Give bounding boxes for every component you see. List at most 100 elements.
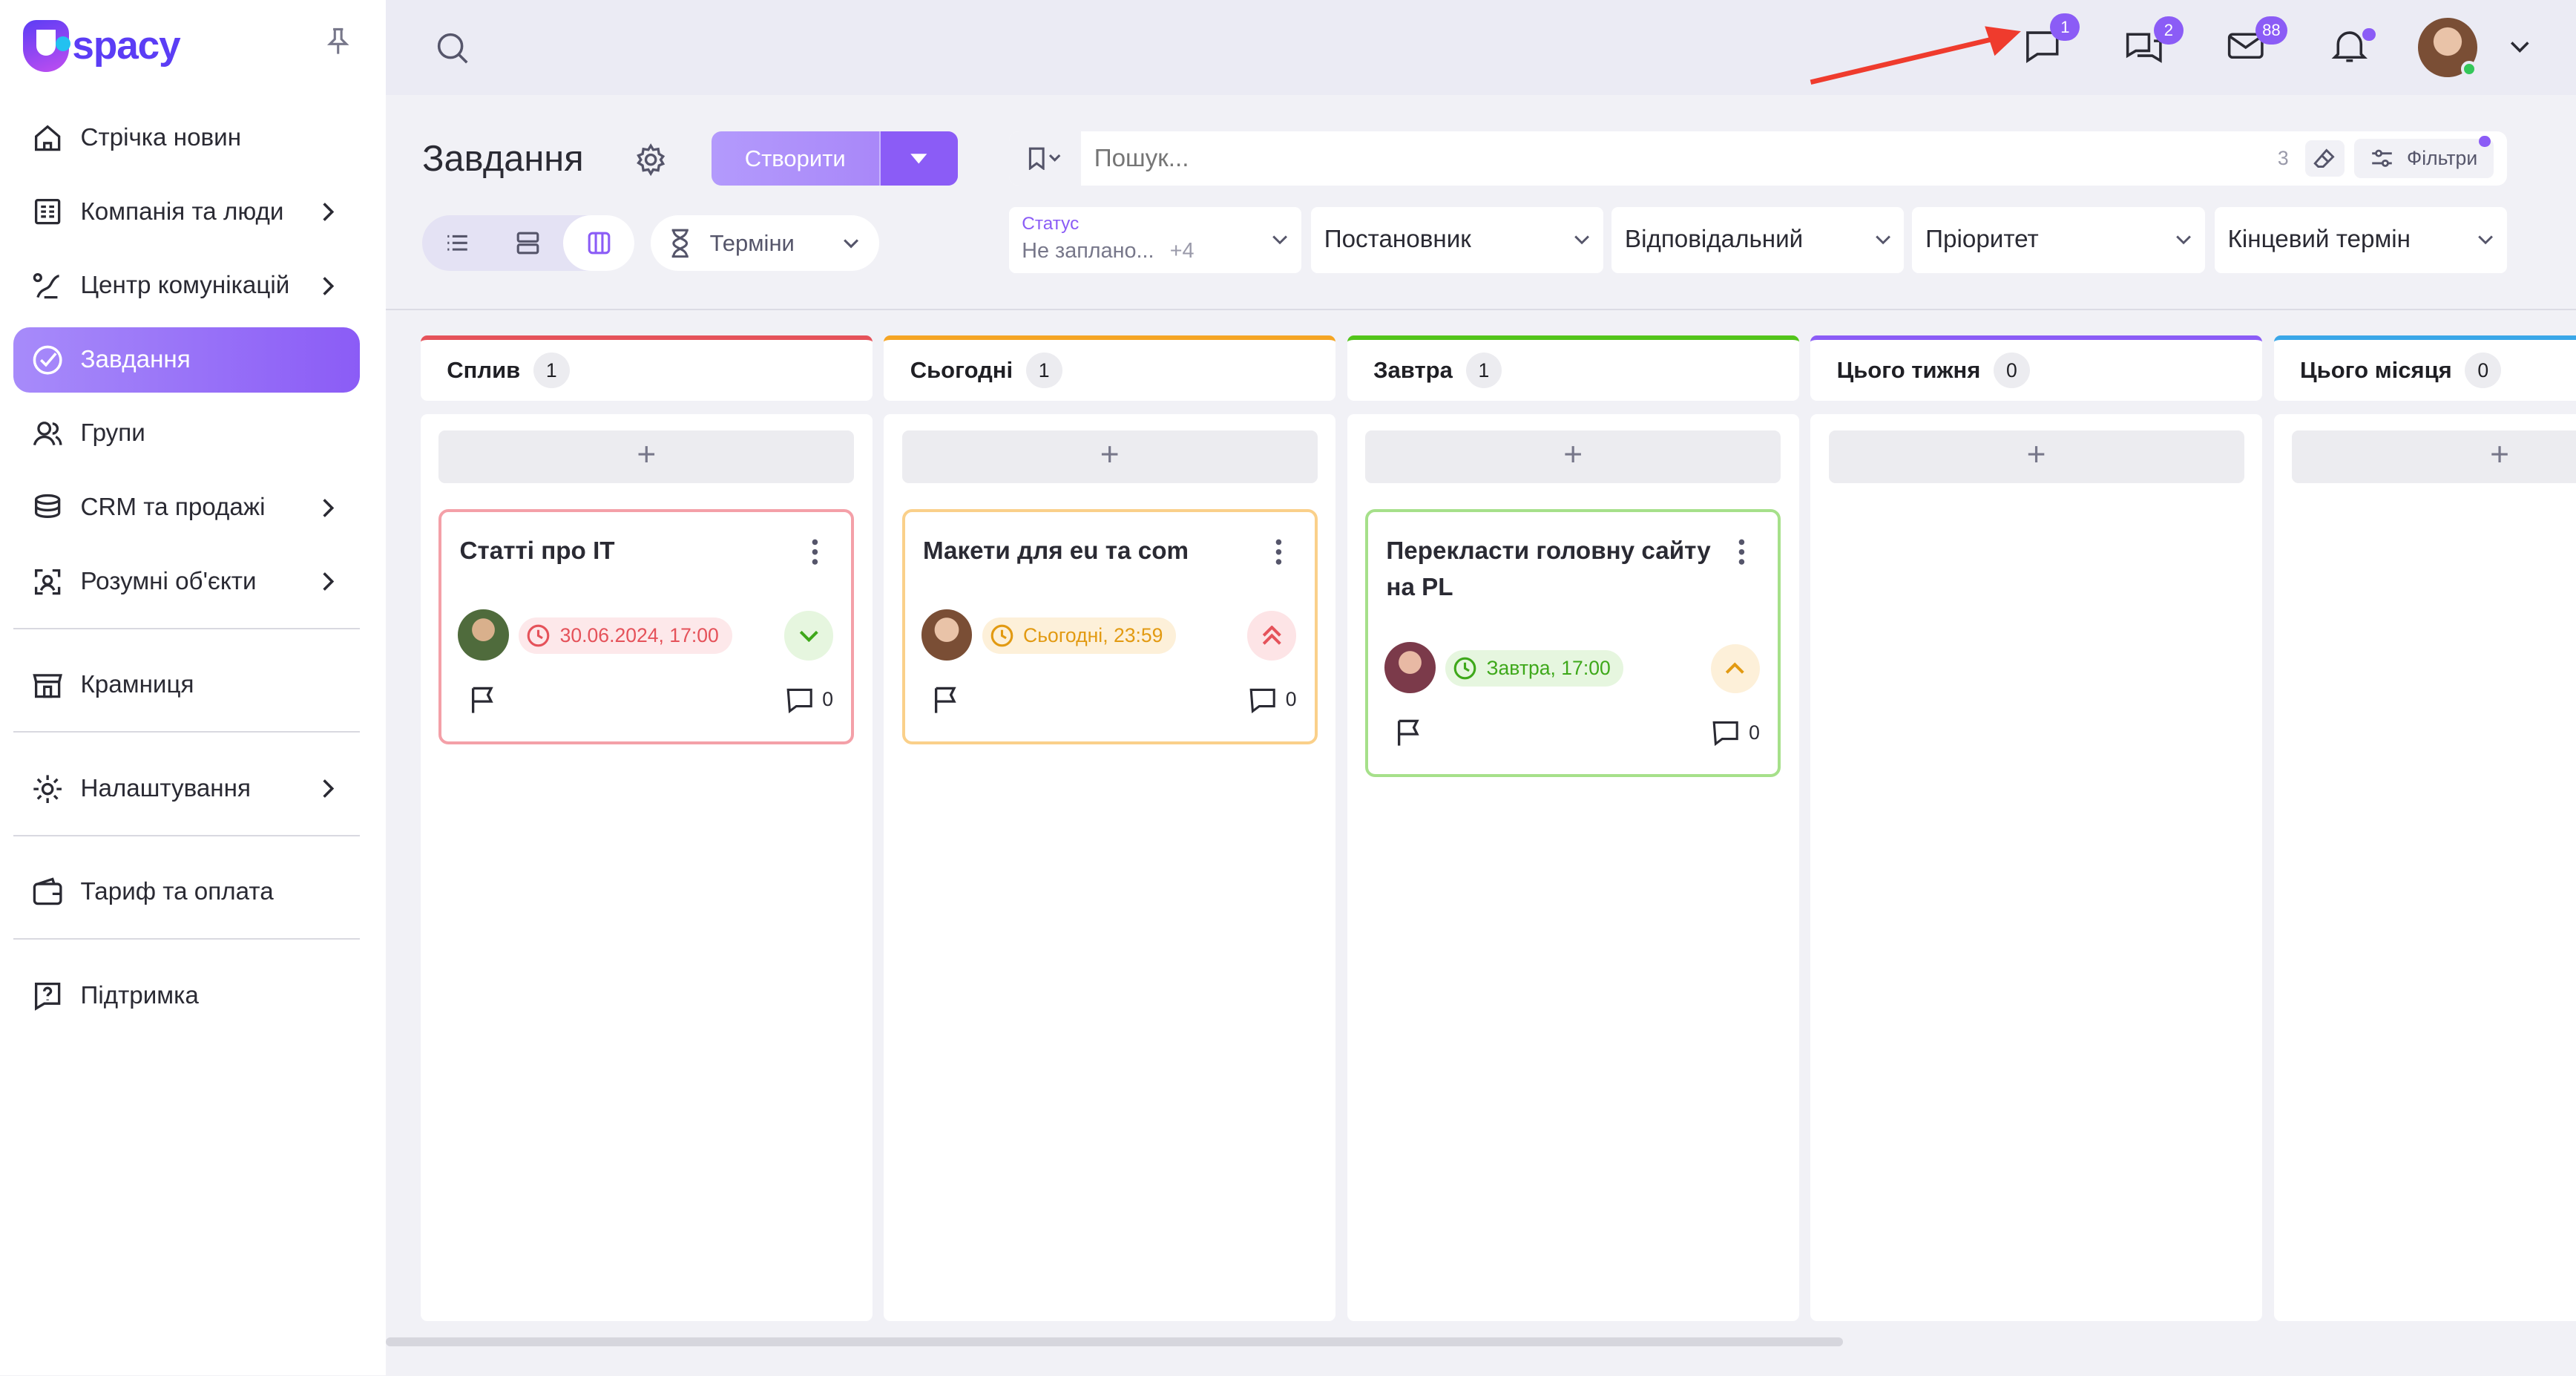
column-body: + Перекласти головну сайту на PL Завтра,… [1347, 413, 1799, 1322]
setter-filter[interactable]: Постановник [1311, 207, 1604, 273]
priority-badge[interactable] [1710, 643, 1760, 693]
column-count: 0 [2465, 352, 2502, 389]
assignee-avatar[interactable] [1384, 642, 1436, 693]
list-view-toggle[interactable] [422, 215, 493, 271]
kanban-view-toggle[interactable] [563, 215, 634, 272]
clock-icon [527, 624, 550, 647]
annotation-arrow-icon [1810, 26, 2021, 85]
logo[interactable]: spacy [23, 19, 181, 73]
comment-icon [1712, 721, 1739, 746]
search-icon[interactable] [434, 30, 470, 66]
deadline-filter[interactable]: Кінцевий термін [2214, 207, 2508, 273]
column-count: 1 [1025, 352, 1062, 389]
sidebar: spacy Стрічка новин Компанія та люди Цен… [0, 0, 387, 1376]
kanban-column-this-week: Цього тижня 0 + [1810, 335, 2263, 1322]
sidebar-item-smart-objects[interactable]: Розумні об'єкти [13, 548, 360, 615]
terms-label: Терміни [709, 229, 795, 256]
comments-value: 0 [1749, 721, 1760, 744]
task-card[interactable]: Макети для eu та com Сьогодні, 23:59 0 [901, 509, 1318, 745]
filters-button[interactable]: Фільтри [2354, 135, 2494, 179]
list-icon [447, 235, 467, 252]
add-task-button[interactable]: + [2291, 430, 2576, 483]
horizontal-scrollbar[interactable] [386, 1337, 1844, 1346]
assignee-avatar[interactable] [458, 609, 509, 661]
clock-icon [1453, 657, 1476, 680]
chevron-down-icon[interactable] [2510, 39, 2530, 56]
responsible-filter[interactable]: Відповідальний [1611, 207, 1905, 273]
chevron-down-icon [1272, 235, 1287, 245]
add-task-button[interactable]: + [1365, 430, 1781, 483]
column-title: Цього місяця [2300, 356, 2452, 383]
column-header: Сплив 1 [420, 335, 873, 402]
flag-icon[interactable] [931, 685, 961, 715]
sliders-icon [2372, 150, 2393, 168]
sidebar-item-label: Розумні об'єкти [80, 567, 257, 595]
task-title: Перекласти головну сайту на PL [1386, 537, 1711, 601]
priority-badge[interactable] [783, 611, 834, 661]
assignee-avatar[interactable] [921, 609, 973, 661]
create-dropdown-toggle[interactable] [878, 131, 958, 186]
sidebar-item-store[interactable]: Крамниця [13, 652, 360, 718]
more-icon[interactable] [1275, 539, 1282, 565]
comment-icon [1249, 688, 1275, 713]
add-task-button[interactable]: + [901, 430, 1318, 483]
deadline-badge[interactable]: Сьогодні, 23:59 [982, 617, 1177, 654]
chevron-right-icon [322, 572, 334, 592]
view-switcher [422, 215, 634, 272]
sidebar-item-news[interactable]: Стрічка новин [13, 105, 360, 171]
terms-select[interactable]: Терміни [650, 215, 879, 272]
sidebar-item-groups[interactable]: Групи [13, 401, 360, 467]
column-count: 1 [533, 352, 570, 389]
column-body: + Статті про IT 30.06.2024, 17:00 0 [420, 413, 873, 1322]
comments-count[interactable]: 0 [1712, 719, 1760, 746]
bookmark-icon [1028, 147, 1061, 171]
task-card[interactable]: Перекласти головну сайту на PL Завтра, 1… [1365, 509, 1781, 778]
flag-icon[interactable] [1394, 718, 1424, 747]
divider [13, 938, 360, 940]
chevron-down-icon [1875, 235, 1890, 245]
sidebar-item-communications[interactable]: Центр комунікацій [13, 253, 360, 319]
settings-gear-icon[interactable] [634, 142, 667, 176]
comments-count[interactable]: 0 [786, 687, 833, 713]
flag-icon[interactable] [468, 685, 498, 715]
deadline-badge[interactable]: Завтра, 17:00 [1445, 650, 1624, 687]
sidebar-item-label: Стрічка новин [80, 123, 242, 151]
bookmark-dropdown[interactable] [1008, 131, 1081, 186]
priority-badge[interactable] [1247, 611, 1297, 661]
deadline-badge[interactable]: 30.06.2024, 17:00 [519, 617, 732, 654]
divider [13, 627, 360, 629]
more-icon[interactable] [812, 539, 818, 565]
add-task-button[interactable]: + [1828, 430, 2244, 483]
chevron-right-icon [322, 203, 334, 221]
more-icon[interactable] [1738, 539, 1745, 565]
sidebar-item-crm[interactable]: CRM та продажі [13, 475, 360, 541]
sidebar-item-tasks[interactable]: Завдання [13, 327, 360, 393]
column-count: 1 [1465, 352, 1502, 389]
clear-filters-button[interactable] [2304, 140, 2345, 177]
add-task-button[interactable]: + [438, 430, 855, 483]
sidebar-item-billing[interactable]: Тариф та оплата [13, 859, 360, 925]
divider [13, 731, 360, 733]
filters-label: Фільтри [2407, 147, 2478, 170]
task-title: Статті про IT [459, 537, 615, 566]
status-filter[interactable]: Статус Не заплано... +4 [1008, 207, 1301, 273]
sidebar-item-company[interactable]: Компанія та люди [13, 179, 360, 245]
rows-icon [517, 232, 539, 255]
column-header: Цього тижня 0 [1810, 335, 2263, 402]
sidebar-item-support[interactable]: Підтримка [13, 963, 360, 1029]
task-card[interactable]: Статті про IT 30.06.2024, 17:00 0 [438, 509, 855, 745]
pin-icon[interactable] [325, 26, 351, 56]
sidebar-item-label: Центр комунікацій [80, 272, 290, 300]
comments-count[interactable]: 0 [1249, 687, 1296, 713]
grouped-view-toggle[interactable] [493, 215, 563, 271]
column-header: Цього місяця 0 [2273, 335, 2576, 402]
create-button[interactable]: Створити [711, 131, 958, 186]
search-input[interactable] [1094, 144, 2278, 173]
deadline-text: 30.06.2024, 17:00 [559, 623, 719, 646]
hourglass-icon [671, 229, 689, 258]
sidebar-item-settings[interactable]: Налаштування [13, 756, 360, 822]
priority-filter[interactable]: Пріоритет [1912, 207, 2205, 273]
column-title: Цього тижня [1836, 356, 1981, 383]
sidebar-item-label: CRM та продажі [80, 494, 266, 522]
communication-icon [33, 273, 59, 299]
